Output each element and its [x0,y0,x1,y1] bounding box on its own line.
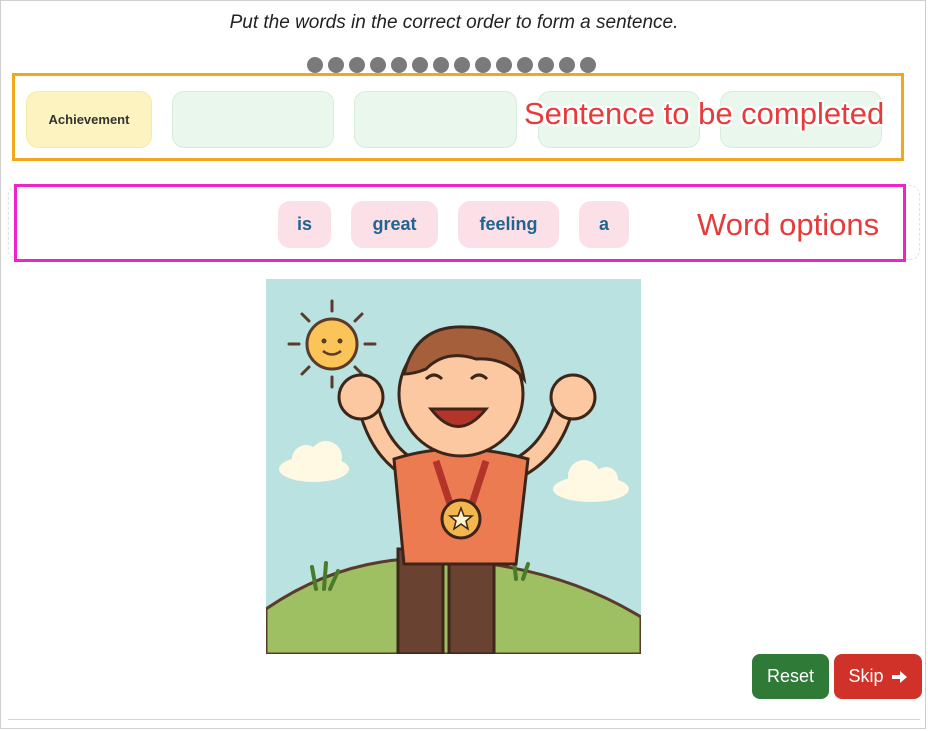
progress-dot [496,57,512,73]
arrow-right-icon [891,670,907,683]
progress-dot [559,57,575,73]
progress-dot [307,57,323,73]
progress-dot [454,57,470,73]
medal-icon [440,498,482,540]
progress-dot [391,57,407,73]
progress-dot [433,57,449,73]
progress-dot [475,57,491,73]
progress-dots [307,57,596,73]
progress-dot [370,57,386,73]
progress-dot [349,57,365,73]
progress-dot [538,57,554,73]
bottom-divider [8,719,920,720]
skip-button[interactable]: Skip [834,654,922,699]
reset-button[interactable]: Reset [752,654,829,699]
sentence-annotation: Sentence to be completed [524,96,885,131]
instruction-text: Put the words in the correct order to fo… [229,12,679,33]
options-annotation: Word options [697,207,880,242]
progress-dot [580,57,596,73]
skip-label: Skip [848,666,884,686]
illustration-image [266,279,641,654]
progress-dot [328,57,344,73]
progress-dot [517,57,533,73]
reset-label: Reset [766,666,815,686]
progress-dot [412,57,428,73]
